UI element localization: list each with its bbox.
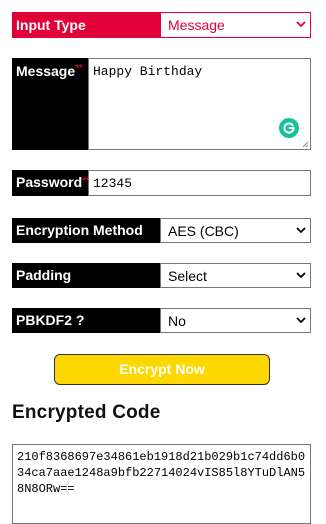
pbkdf2-row: PBKDF2 ? No	[12, 308, 311, 333]
padding-select[interactable]: Select	[160, 263, 311, 288]
message-label-text: Message	[16, 63, 76, 79]
message-required-mark: **	[75, 63, 83, 74]
message-textarea[interactable]: Happy Birthday	[88, 58, 311, 150]
encrypted-code-heading: Encrypted Code	[12, 402, 161, 423]
padding-label: Padding	[12, 263, 160, 288]
input-type-select[interactable]: Message	[160, 12, 311, 38]
message-row: Message** Happy Birthday	[12, 58, 311, 150]
pbkdf2-select[interactable]: No	[160, 308, 311, 333]
encryption-method-select-wrap: AES (CBC)	[160, 218, 311, 243]
input-type-row: Input Type Message	[12, 12, 311, 38]
message-field-wrap: Happy Birthday	[88, 58, 311, 150]
grammarly-icon[interactable]	[279, 118, 299, 138]
password-label: Password**	[12, 170, 90, 196]
encryption-method-label: Encryption Method	[12, 218, 160, 243]
pbkdf2-label: PBKDF2 ?	[12, 308, 160, 333]
password-input[interactable]	[88, 170, 311, 196]
encrypted-code-output[interactable]: 210f8368697e34861eb1918d21b029b1c74dd6b0…	[12, 444, 311, 524]
input-type-label: Input Type	[12, 12, 160, 38]
password-label-text: Password	[16, 174, 83, 190]
padding-select-wrap: Select	[160, 263, 311, 288]
padding-row: Padding Select	[12, 263, 311, 288]
input-type-select-wrap: Message	[160, 12, 311, 38]
encrypt-now-button[interactable]: Encrypt Now	[54, 354, 270, 385]
password-row: Password**	[12, 170, 311, 196]
grammarly-glyph	[283, 122, 295, 134]
message-label: Message**	[12, 58, 88, 150]
resize-handle-icon	[302, 141, 309, 148]
encryption-method-select[interactable]: AES (CBC)	[160, 218, 311, 243]
encryption-method-row: Encryption Method AES (CBC)	[12, 218, 311, 243]
pbkdf2-select-wrap: No	[160, 308, 311, 333]
